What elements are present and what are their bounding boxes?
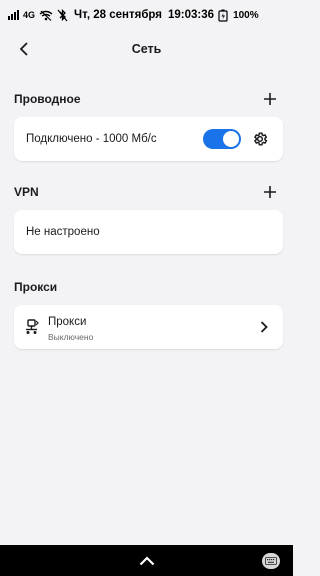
navigation-bar (0, 545, 293, 576)
add-wired-button[interactable] (260, 89, 280, 109)
vpn-card[interactable]: Не настроено (14, 210, 283, 254)
nav-home-button[interactable] (137, 551, 157, 571)
proxy-icon (26, 319, 39, 334)
status-bar: 4G Чт, 28 сентября 19:03:36 100% (0, 0, 293, 30)
battery-charging-icon (218, 9, 229, 22)
keyboard-icon (265, 557, 277, 565)
network-type: 4G (23, 10, 36, 20)
wired-connection-card[interactable]: Подключено - 1000 Мб/с (14, 117, 283, 161)
section-title-wired: Проводное (14, 92, 81, 106)
add-vpn-button[interactable] (260, 182, 280, 202)
proxy-open-button[interactable] (255, 318, 273, 336)
section-vpn-header: VPN (14, 181, 280, 203)
proxy-card[interactable]: Прокси Выключено (14, 305, 283, 349)
chevron-right-icon (260, 321, 268, 333)
wired-toggle[interactable] (203, 129, 241, 149)
app-bar: Сеть (0, 30, 293, 68)
wifi-off-icon (39, 10, 53, 21)
wired-connection-label: Подключено - 1000 Мб/с (26, 133, 157, 145)
gear-icon (254, 132, 268, 146)
plus-icon (264, 186, 276, 198)
proxy-item-subtitle: Выключено (48, 332, 94, 342)
wired-settings-button[interactable] (250, 129, 270, 149)
battery-level: 100% (233, 9, 259, 21)
arrow-back-icon (19, 42, 28, 56)
section-title-proxy: Прокси (14, 280, 58, 294)
status-date: Чт, 28 сентября (74, 9, 163, 21)
status-time: 19:03:36 (168, 9, 215, 21)
back-button[interactable] (14, 39, 34, 59)
plus-icon (264, 93, 276, 105)
section-title-vpn: VPN (14, 185, 39, 199)
vpn-status: Не настроено (26, 226, 100, 238)
proxy-item-title: Прокси (48, 316, 87, 328)
section-proxy-header: Прокси (14, 276, 280, 298)
keyboard-button[interactable] (262, 553, 280, 569)
bluetooth-off-icon (57, 8, 68, 22)
page-title: Сеть (131, 42, 162, 56)
chevron-up-icon (139, 556, 155, 566)
toggle-knob (223, 131, 239, 147)
signal-icon (8, 10, 19, 20)
section-wired-header: Проводное (14, 88, 280, 110)
